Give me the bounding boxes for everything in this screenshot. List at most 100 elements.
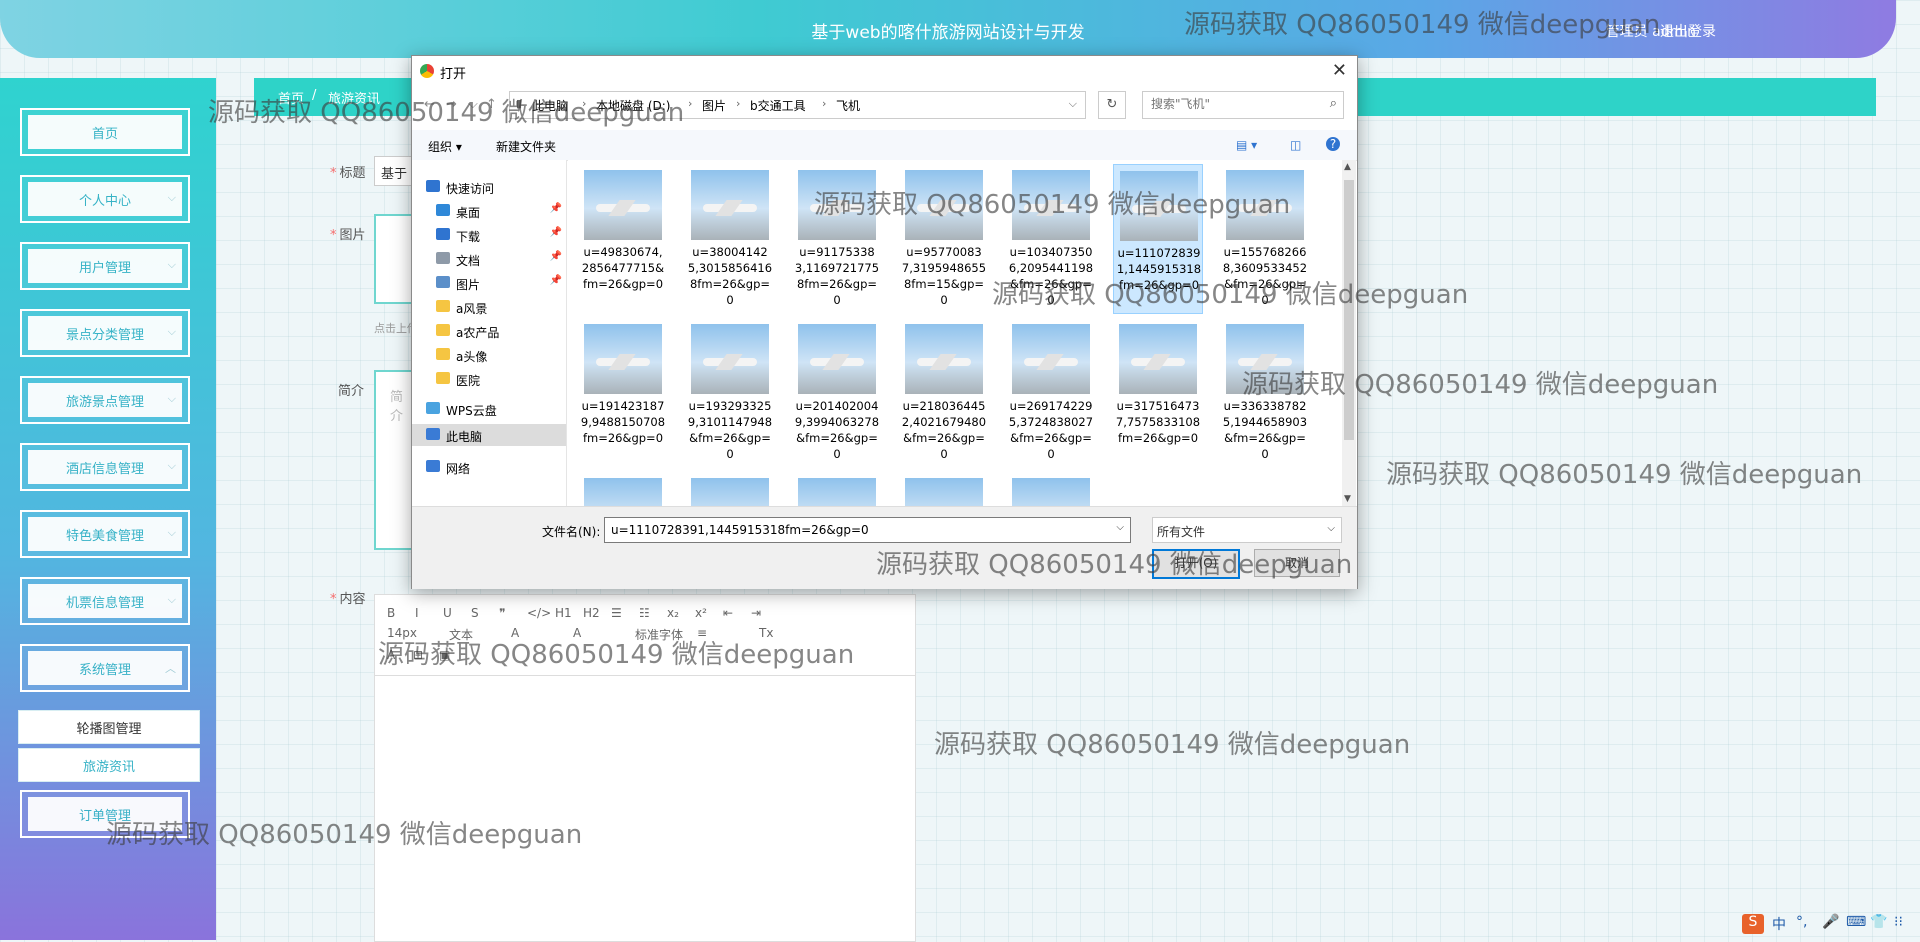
submenu-carousel[interactable]: 轮播图管理	[18, 710, 200, 744]
file-item[interactable]: u=380041425,30158564168fm=26&gp=0	[685, 164, 775, 314]
nav-item[interactable]: 快速访问	[412, 176, 566, 198]
sidebar-item-label: 个人中心	[78, 193, 131, 209]
navigation-pane: 快速访问 桌面 📌 下载 📌 文档 📌 图片 📌 a风景 a农产品 a头像 医院 WPS云盘 此电脑 网络	[412, 160, 567, 506]
sidebar-item-hotel[interactable]: 酒店信息管理 ⌵	[20, 443, 190, 491]
pin-icon: 📌	[549, 227, 562, 238]
editor-tool[interactable]: ☷	[639, 606, 650, 620]
folder-icon	[436, 252, 450, 264]
scroll-up-icon[interactable]: ▲	[1344, 162, 1351, 172]
sidebar-item-users[interactable]: 用户管理 ⌵	[20, 242, 190, 290]
filetype-select[interactable]: 所有文件 ⌵	[1152, 517, 1342, 543]
logout-link[interactable]: 退出登录	[1660, 21, 1716, 41]
skin-icon[interactable]: 👕	[1870, 914, 1887, 930]
nav-item[interactable]: 图片 📌	[412, 272, 566, 294]
sidebar-item-flight[interactable]: 机票信息管理 ⌵	[20, 577, 190, 625]
editor-tool[interactable]: I	[415, 606, 419, 620]
nav-item[interactable]: a风景	[412, 296, 566, 318]
preview-pane-icon[interactable]: ◫	[1290, 138, 1301, 152]
filename-combo[interactable]: ⌵	[604, 517, 1131, 543]
refresh-icon[interactable]: ↻	[1098, 91, 1126, 119]
chevron-down-icon: ⌵	[1327, 523, 1335, 534]
nav-item-label: WPS云盘	[446, 404, 497, 418]
microphone-icon[interactable]: 🎤	[1822, 914, 1839, 930]
airplane-thumbnail	[798, 478, 876, 506]
chevron-down-icon[interactable]: ⌵	[1069, 97, 1077, 111]
file-item[interactable]	[1006, 472, 1096, 506]
nav-item[interactable]: 此电脑	[412, 424, 566, 446]
file-item[interactable]: u=1932933259,3101147948&fm=26&gp=0	[685, 318, 775, 468]
editor-tool[interactable]: ☰	[611, 606, 622, 620]
chevron-down-icon: ⌵	[167, 459, 176, 472]
sidebar-item-food[interactable]: 特色美食管理 ⌵	[20, 510, 190, 558]
organize-button[interactable]: 组织 ▾	[428, 138, 462, 155]
new-folder-button[interactable]: 新建文件夹	[496, 138, 556, 155]
nav-item[interactable]: 医院	[412, 368, 566, 390]
nav-item[interactable]: WPS云盘	[412, 398, 566, 420]
editor-tool[interactable]: ⇥	[751, 606, 761, 620]
sidebar: 首页 个人中心 ⌵ 用户管理 ⌵ 景点分类管理 ⌵ 旅游景点管理 ⌵ 酒店信息管理 ⌵ 特…	[0, 78, 216, 940]
chevron-down-icon: ⌵	[167, 258, 176, 271]
title-input[interactable]: 基于	[374, 156, 414, 186]
editor-tool[interactable]: x²	[695, 606, 707, 620]
chevron-down-icon[interactable]: ⌵	[1116, 522, 1124, 533]
menu-icon[interactable]: ⁝⁝	[1894, 914, 1903, 930]
editor-tool[interactable]: ❞	[499, 606, 505, 620]
sogou-icon[interactable]: S	[1742, 914, 1764, 934]
file-item[interactable]	[792, 472, 882, 506]
filename-input[interactable]	[609, 522, 1103, 538]
intro-textarea[interactable]: 简介	[374, 370, 414, 550]
path-segment[interactable]: 图片	[702, 97, 726, 114]
sidebar-item-scenic[interactable]: 旅游景点管理 ⌵	[20, 376, 190, 424]
image-upload[interactable]	[374, 214, 414, 304]
close-icon[interactable]: ✕	[1332, 60, 1347, 81]
file-item[interactable]: u=49830674,2856477715&fm=26&gp=0	[578, 164, 668, 314]
sidebar-item-home[interactable]: 首页	[20, 108, 190, 156]
path-segment[interactable]: 飞机	[836, 97, 860, 114]
airplane-thumbnail	[584, 478, 662, 506]
file-item[interactable]: u=3175164737,7575833108fm=26&gp=0	[1113, 318, 1203, 468]
file-item[interactable]	[685, 472, 775, 506]
editor-tool[interactable]: S	[471, 606, 479, 620]
nav-item[interactable]: 网络	[412, 456, 566, 478]
watermark-text: 源码获取 QQ86050149 微信deepguan	[934, 730, 1411, 760]
file-item[interactable]: u=2180364452,4021679480&fm=26&gp=0	[899, 318, 989, 468]
editor-tool[interactable]: ⇤	[723, 606, 733, 620]
editor-tool[interactable]: x₂	[667, 606, 679, 620]
file-item[interactable]	[899, 472, 989, 506]
nav-item[interactable]: a农产品	[412, 320, 566, 342]
ime-mode[interactable]: 中	[1772, 914, 1786, 934]
editor-tool[interactable]: H2	[583, 606, 600, 620]
punctuation-icon[interactable]: °,	[1796, 914, 1807, 930]
file-item[interactable]: u=1914231879,9488150708fm=26&gp=0	[578, 318, 668, 468]
help-icon[interactable]: ?	[1326, 137, 1340, 151]
search-input[interactable]	[1149, 96, 1313, 112]
nav-item[interactable]: a头像	[412, 344, 566, 366]
view-options-icon[interactable]: ▤ ▾	[1236, 138, 1257, 152]
airplane-thumbnail	[584, 324, 662, 394]
keyboard-icon[interactable]: ⌨	[1846, 914, 1866, 930]
airplane-thumbnail	[691, 324, 769, 394]
nav-item[interactable]: 下载 📌	[412, 224, 566, 246]
editor-tool[interactable]: U	[443, 606, 452, 620]
chrome-icon	[420, 64, 434, 78]
title-input-value: 基于	[381, 167, 408, 182]
file-item[interactable]	[578, 472, 668, 506]
scroll-down-icon[interactable]: ▼	[1344, 494, 1351, 504]
editor-tool[interactable]: </>	[527, 606, 551, 620]
file-item[interactable]: u=2691742295,3724838027&fm=26&gp=0	[1006, 318, 1096, 468]
nav-item[interactable]: 桌面 📌	[412, 200, 566, 222]
sidebar-item-scenic-category[interactable]: 景点分类管理 ⌵	[20, 309, 190, 357]
nav-item[interactable]: 文档 📌	[412, 248, 566, 270]
sidebar-item-label: 系统管理	[78, 662, 131, 678]
editor-tool[interactable]: B	[387, 606, 395, 620]
sidebar-item-profile[interactable]: 个人中心 ⌵	[20, 175, 190, 223]
file-item[interactable]: u=2014020049,3994063278&fm=26&gp=0	[792, 318, 882, 468]
submenu-news[interactable]: 旅游资讯	[18, 748, 200, 782]
filetype-value: 所有文件	[1157, 525, 1206, 539]
sidebar-item-system[interactable]: 系统管理 ︿	[20, 644, 190, 692]
file-scrollbar[interactable]: ▲ ▼	[1342, 160, 1356, 506]
search-box[interactable]: ⌕	[1142, 91, 1344, 119]
path-segment[interactable]: b交通工具	[750, 97, 806, 114]
nav-item-label: 桌面	[456, 206, 481, 220]
editor-tool[interactable]: H1	[555, 606, 572, 620]
